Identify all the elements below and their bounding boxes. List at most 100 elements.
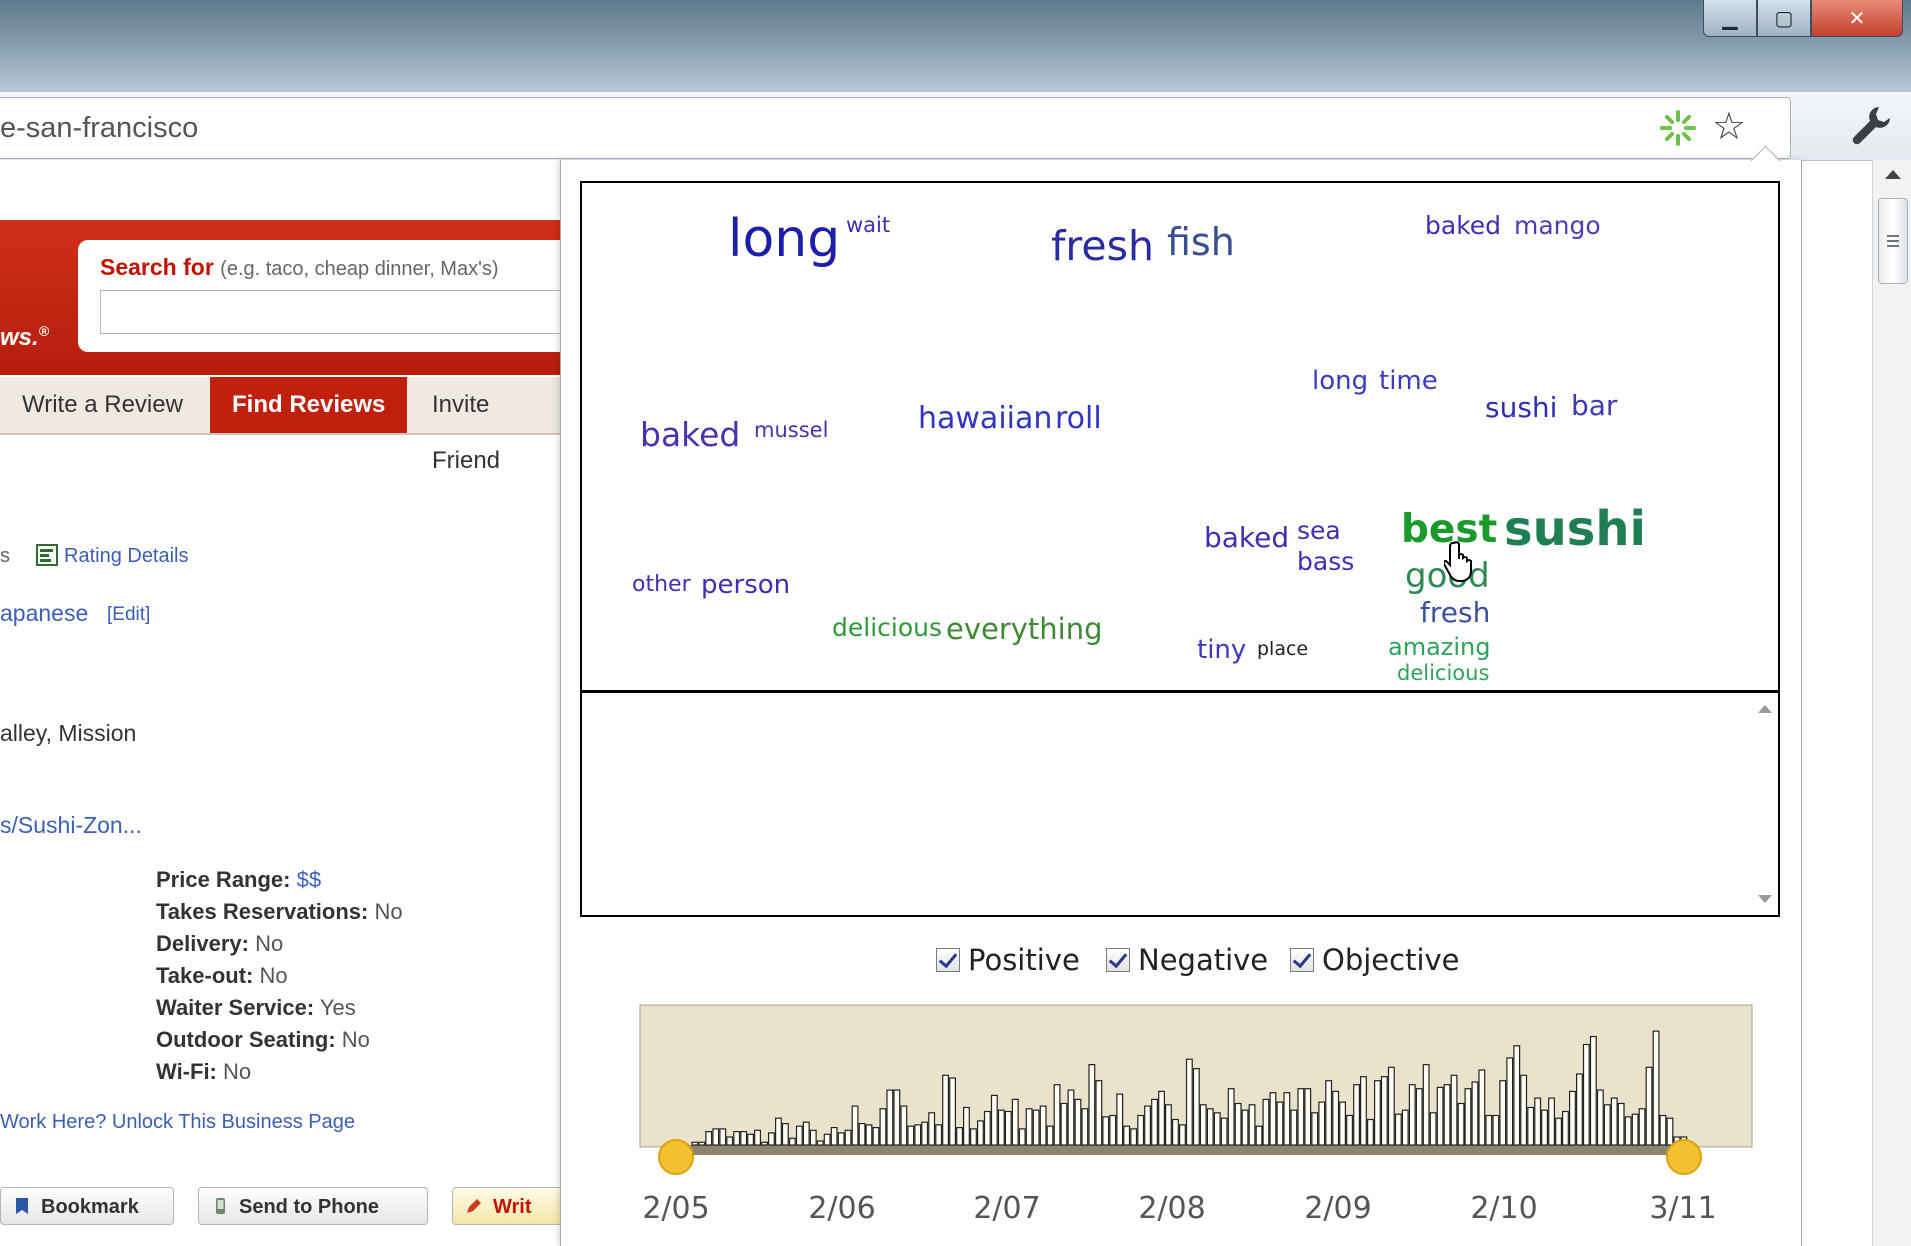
timeline-bar[interactable] [1394, 1113, 1402, 1146]
timeline-bar[interactable] [1575, 1073, 1583, 1146]
timeline-bar[interactable] [1450, 1074, 1458, 1146]
timeline-bar[interactable] [1485, 1114, 1493, 1146]
timeline-bar[interactable] [844, 1129, 852, 1146]
timeline-bar[interactable] [1283, 1092, 1291, 1146]
timeline-bar[interactable] [1025, 1108, 1033, 1146]
timeline-bar[interactable] [1415, 1088, 1423, 1146]
timeline-bar[interactable] [1130, 1128, 1138, 1146]
timeline-bar[interactable] [1436, 1086, 1444, 1146]
timeline-bar[interactable] [1297, 1088, 1305, 1146]
timeline-bar[interactable] [726, 1136, 734, 1146]
timeline-bar[interactable] [1457, 1102, 1465, 1146]
timeline-bar[interactable] [1401, 1109, 1409, 1146]
timeline-bar[interactable] [816, 1140, 824, 1146]
timeline-bar[interactable] [1346, 1114, 1353, 1146]
timeline-bar[interactable] [1561, 1110, 1569, 1146]
timeline-bar[interactable] [698, 1141, 706, 1146]
timeline-bar[interactable] [1638, 1108, 1646, 1146]
timeline-bar[interactable] [1046, 1125, 1054, 1146]
timeline-bar[interactable] [990, 1094, 998, 1146]
timeline-bar[interactable] [1248, 1104, 1256, 1146]
timeline-bar[interactable] [1004, 1110, 1012, 1146]
timeline-bar[interactable] [1206, 1108, 1214, 1146]
timeline-bar[interactable] [1109, 1114, 1117, 1146]
timeline-bar[interactable] [1387, 1066, 1395, 1146]
timeline-bar[interactable] [928, 1112, 936, 1146]
timeline-bar[interactable] [1304, 1088, 1312, 1146]
timeline-bar[interactable] [1276, 1101, 1284, 1146]
timeline-bar[interactable] [1332, 1090, 1340, 1146]
timeline-bar[interactable] [1527, 1106, 1535, 1146]
timeline-bar[interactable] [1652, 1030, 1660, 1146]
timeline-bar[interactable] [1353, 1084, 1360, 1146]
timeline-bar[interactable] [1158, 1090, 1165, 1146]
range-end-handle[interactable] [1666, 1139, 1702, 1175]
timeline-bar[interactable] [956, 1126, 964, 1146]
timeline-bar[interactable] [900, 1105, 908, 1146]
timeline-bar[interactable] [1589, 1035, 1597, 1146]
timeline-bar[interactable] [1596, 1089, 1604, 1146]
timeline-bar[interactable] [865, 1124, 873, 1146]
timeline-bar[interactable] [1443, 1084, 1451, 1146]
timeline-bar[interactable] [1422, 1063, 1430, 1146]
page-scrollbar[interactable] [1872, 160, 1911, 1246]
timeline-bar[interactable] [1088, 1063, 1096, 1146]
timeline-bar[interactable] [837, 1132, 845, 1146]
timeline-bar[interactable] [1060, 1102, 1068, 1146]
timeline-bar[interactable] [983, 1110, 991, 1146]
timeline-bar[interactable] [802, 1121, 810, 1146]
timeline-bar[interactable] [1192, 1067, 1200, 1146]
timeline-bar[interactable] [1555, 1117, 1562, 1146]
timeline-bar[interactable] [997, 1109, 1005, 1146]
timeline-bar[interactable] [1171, 1118, 1179, 1146]
timeline-bar[interactable] [1123, 1125, 1131, 1146]
timeline-bar[interactable] [774, 1117, 782, 1146]
timeline-bar[interactable] [1102, 1116, 1110, 1146]
timeline-bar[interactable] [1659, 1114, 1667, 1146]
timeline-bar[interactable] [1548, 1097, 1555, 1146]
timeline-bar[interactable] [1178, 1124, 1186, 1146]
timeline-bar[interactable] [1067, 1089, 1075, 1146]
timeline-bar[interactable] [733, 1130, 741, 1146]
timeline-bar[interactable] [1534, 1097, 1542, 1146]
timeline-bar[interactable] [1478, 1069, 1486, 1146]
timeline-bar[interactable] [1373, 1080, 1381, 1146]
timeline-bar[interactable] [1137, 1114, 1145, 1146]
timeline-bar[interactable] [1262, 1098, 1270, 1146]
timeline-bar[interactable] [1492, 1114, 1500, 1146]
timeline-bar[interactable] [830, 1126, 838, 1146]
timeline-bar[interactable] [1429, 1112, 1437, 1146]
timeline-bar[interactable] [949, 1077, 957, 1146]
timeline-bar[interactable] [1032, 1109, 1040, 1146]
timeline-bar[interactable] [858, 1122, 866, 1146]
timeline-bar[interactable] [809, 1129, 817, 1146]
timeline-bar[interactable] [1631, 1113, 1639, 1146]
range-start-handle[interactable] [658, 1139, 694, 1175]
timeline-bar[interactable] [1513, 1045, 1521, 1146]
timeline-bar[interactable] [1151, 1098, 1158, 1146]
scrollbar-thumb[interactable] [1878, 198, 1908, 284]
timeline-bar[interactable] [719, 1128, 727, 1146]
timeline-bar[interactable] [747, 1133, 755, 1146]
timeline-bar[interactable] [1603, 1104, 1611, 1146]
timeline-bar[interactable] [1164, 1104, 1172, 1146]
timeline-bar[interactable] [1359, 1076, 1367, 1146]
timeline-bar[interactable] [1666, 1117, 1674, 1146]
timeline-bar[interactable] [705, 1130, 713, 1146]
timeline-bar[interactable] [712, 1128, 720, 1146]
timeline-bar[interactable] [1624, 1116, 1632, 1146]
timeline-bar[interactable] [1227, 1088, 1235, 1146]
timeline-bar[interactable] [740, 1130, 748, 1146]
timeline-bar[interactable] [942, 1074, 950, 1146]
timeline-bar[interactable] [1366, 1118, 1374, 1146]
timeline-bar[interactable] [962, 1106, 970, 1146]
timeline-bar[interactable] [1464, 1088, 1472, 1146]
timeline-bar[interactable] [1241, 1109, 1249, 1146]
timeline-bar[interactable] [691, 1141, 699, 1146]
scroll-up-arrow-icon[interactable] [1885, 170, 1901, 179]
timeline-bar[interactable] [1213, 1112, 1221, 1146]
timeline-bar[interactable] [1325, 1080, 1333, 1146]
timeline-bar[interactable] [767, 1132, 775, 1146]
timeline-bar[interactable] [921, 1121, 929, 1146]
timeline-bar[interactable] [1471, 1081, 1479, 1146]
